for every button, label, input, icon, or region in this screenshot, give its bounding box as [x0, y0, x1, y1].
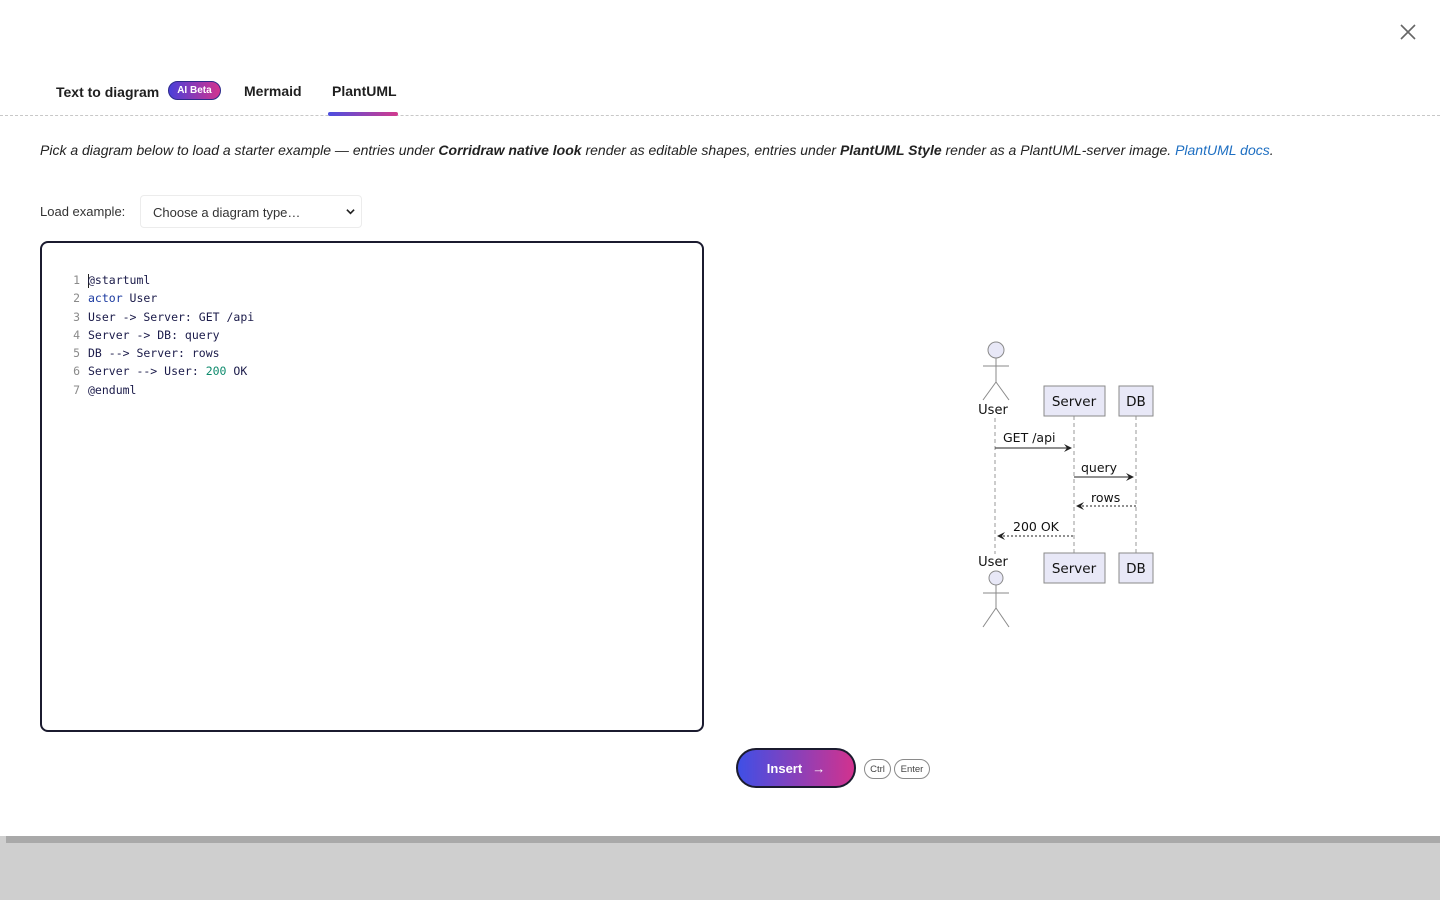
code-token: Server --> User: — [88, 364, 206, 379]
info-text: . — [1269, 142, 1274, 158]
message-200-ok: 200 OK — [997, 519, 1074, 540]
svg-text:rows: rows — [1091, 490, 1120, 505]
server-box-top: Server — [1043, 385, 1106, 417]
svg-text:DB: DB — [1126, 561, 1146, 577]
plantuml-docs-link[interactable]: PlantUML docs — [1175, 142, 1270, 158]
select-value: Choose a diagram type… — [153, 205, 301, 220]
close-icon — [1400, 24, 1416, 40]
line-number: 6 — [73, 364, 80, 379]
line-number: 3 — [73, 309, 80, 324]
line-number: 1 — [73, 273, 80, 287]
diagram-preview: User Server DB GET /api query rows 200 O… — [960, 330, 1180, 640]
code-token: @enduml — [88, 382, 137, 397]
kbd-ctrl: Ctrl — [864, 759, 891, 779]
code-token: User -> Server: GET /api — [88, 309, 255, 324]
arrow-right-icon: → — [812, 760, 826, 776]
svg-text:200 OK: 200 OK — [1013, 519, 1060, 534]
load-example-label: Load example: — [40, 204, 126, 219]
code-token: User — [129, 291, 158, 306]
close-button[interactable] — [1396, 20, 1420, 44]
code-editor[interactable]: 1 @startuml 2 actor User 3 User -> Server: GE… — [40, 241, 704, 732]
plantuml-dialog: Text to diagram AI Beta Mermaid PlantUML … — [0, 0, 1440, 836]
active-tab-indicator — [328, 112, 398, 116]
user-label-bottom: User — [978, 555, 1008, 570]
info-text: Pick a diagram below to load a starter e… — [40, 142, 439, 158]
info-text: render as editable shapes, entries under — [581, 142, 840, 158]
code-content[interactable]: 1 @startuml 2 actor User 3 User -> Server: GE… — [62, 271, 254, 399]
kbd-enter: Enter — [894, 759, 930, 779]
horizontal-scrollbar[interactable] — [0, 836, 1440, 900]
code-line[interactable]: 3 User -> Server: GET /api — [62, 308, 254, 326]
code-line[interactable]: 7 @enduml — [62, 381, 254, 399]
user-label-top: User — [978, 403, 1008, 418]
code-token: @startuml — [88, 273, 151, 287]
line-number: 4 — [73, 327, 80, 342]
code-token: Server -> DB: query — [88, 327, 220, 342]
line-number: 7 — [73, 382, 80, 397]
code-line[interactable]: 5 DB --> Server: rows — [62, 344, 254, 362]
tab-label: Mermaid — [244, 83, 302, 100]
insert-label: Insert — [766, 760, 803, 776]
line-number: 5 — [73, 346, 80, 361]
line-number: 2 — [73, 291, 80, 306]
code-line[interactable]: 4 Server -> DB: query — [62, 326, 254, 344]
message-get-api: GET /api — [995, 430, 1072, 452]
chevron-down-icon — [346, 209, 355, 215]
db-box-top: DB — [1118, 385, 1154, 417]
insert-button[interactable]: Insert → — [736, 748, 856, 788]
svg-text:Server: Server — [1052, 394, 1097, 410]
svg-text:DB: DB — [1126, 394, 1146, 410]
code-token: OK — [226, 364, 248, 379]
code-token: actor — [88, 291, 130, 306]
code-line[interactable]: 6 Server --> User: 200 OK — [62, 362, 254, 380]
ai-beta-badge: AI Beta — [168, 81, 221, 100]
code-token: 200 — [205, 364, 227, 379]
code-token: DB --> Server: rows — [88, 346, 220, 361]
message-rows: rows — [1076, 490, 1136, 510]
diagram-type-select[interactable]: Choose a diagram type… — [140, 195, 362, 228]
user-actor-bottom-icon — [982, 570, 1010, 628]
tab-text-to-diagram[interactable]: Text to diagram AI Beta — [56, 81, 221, 115]
server-box-bottom: Server — [1043, 552, 1106, 584]
info-text: render as a PlantUML-server image. — [941, 142, 1176, 158]
tab-label: Text to diagram — [56, 83, 160, 100]
tab-mermaid[interactable]: Mermaid — [244, 82, 302, 115]
db-box-bottom: DB — [1118, 552, 1154, 584]
message-query: query — [1074, 460, 1134, 481]
instructions-text: Pick a diagram below to load a starter e… — [40, 142, 1274, 158]
tab-plantuml[interactable]: PlantUML — [332, 82, 397, 115]
user-actor-icon — [982, 341, 1010, 401]
scrollbar-thumb[interactable] — [6, 836, 1440, 843]
tab-label: PlantUML — [332, 83, 397, 100]
svg-text:query: query — [1081, 460, 1118, 475]
code-line[interactable]: 2 actor User — [62, 289, 254, 307]
tab-bar: Text to diagram AI Beta Mermaid PlantUML — [0, 70, 1440, 116]
code-line[interactable]: 1 @startuml — [62, 271, 254, 289]
info-bold-plantuml-style: PlantUML Style — [839, 142, 942, 158]
info-bold-native: Corridraw native look — [438, 142, 582, 158]
svg-text:Server: Server — [1052, 561, 1097, 577]
svg-text:GET /api: GET /api — [1003, 430, 1055, 445]
